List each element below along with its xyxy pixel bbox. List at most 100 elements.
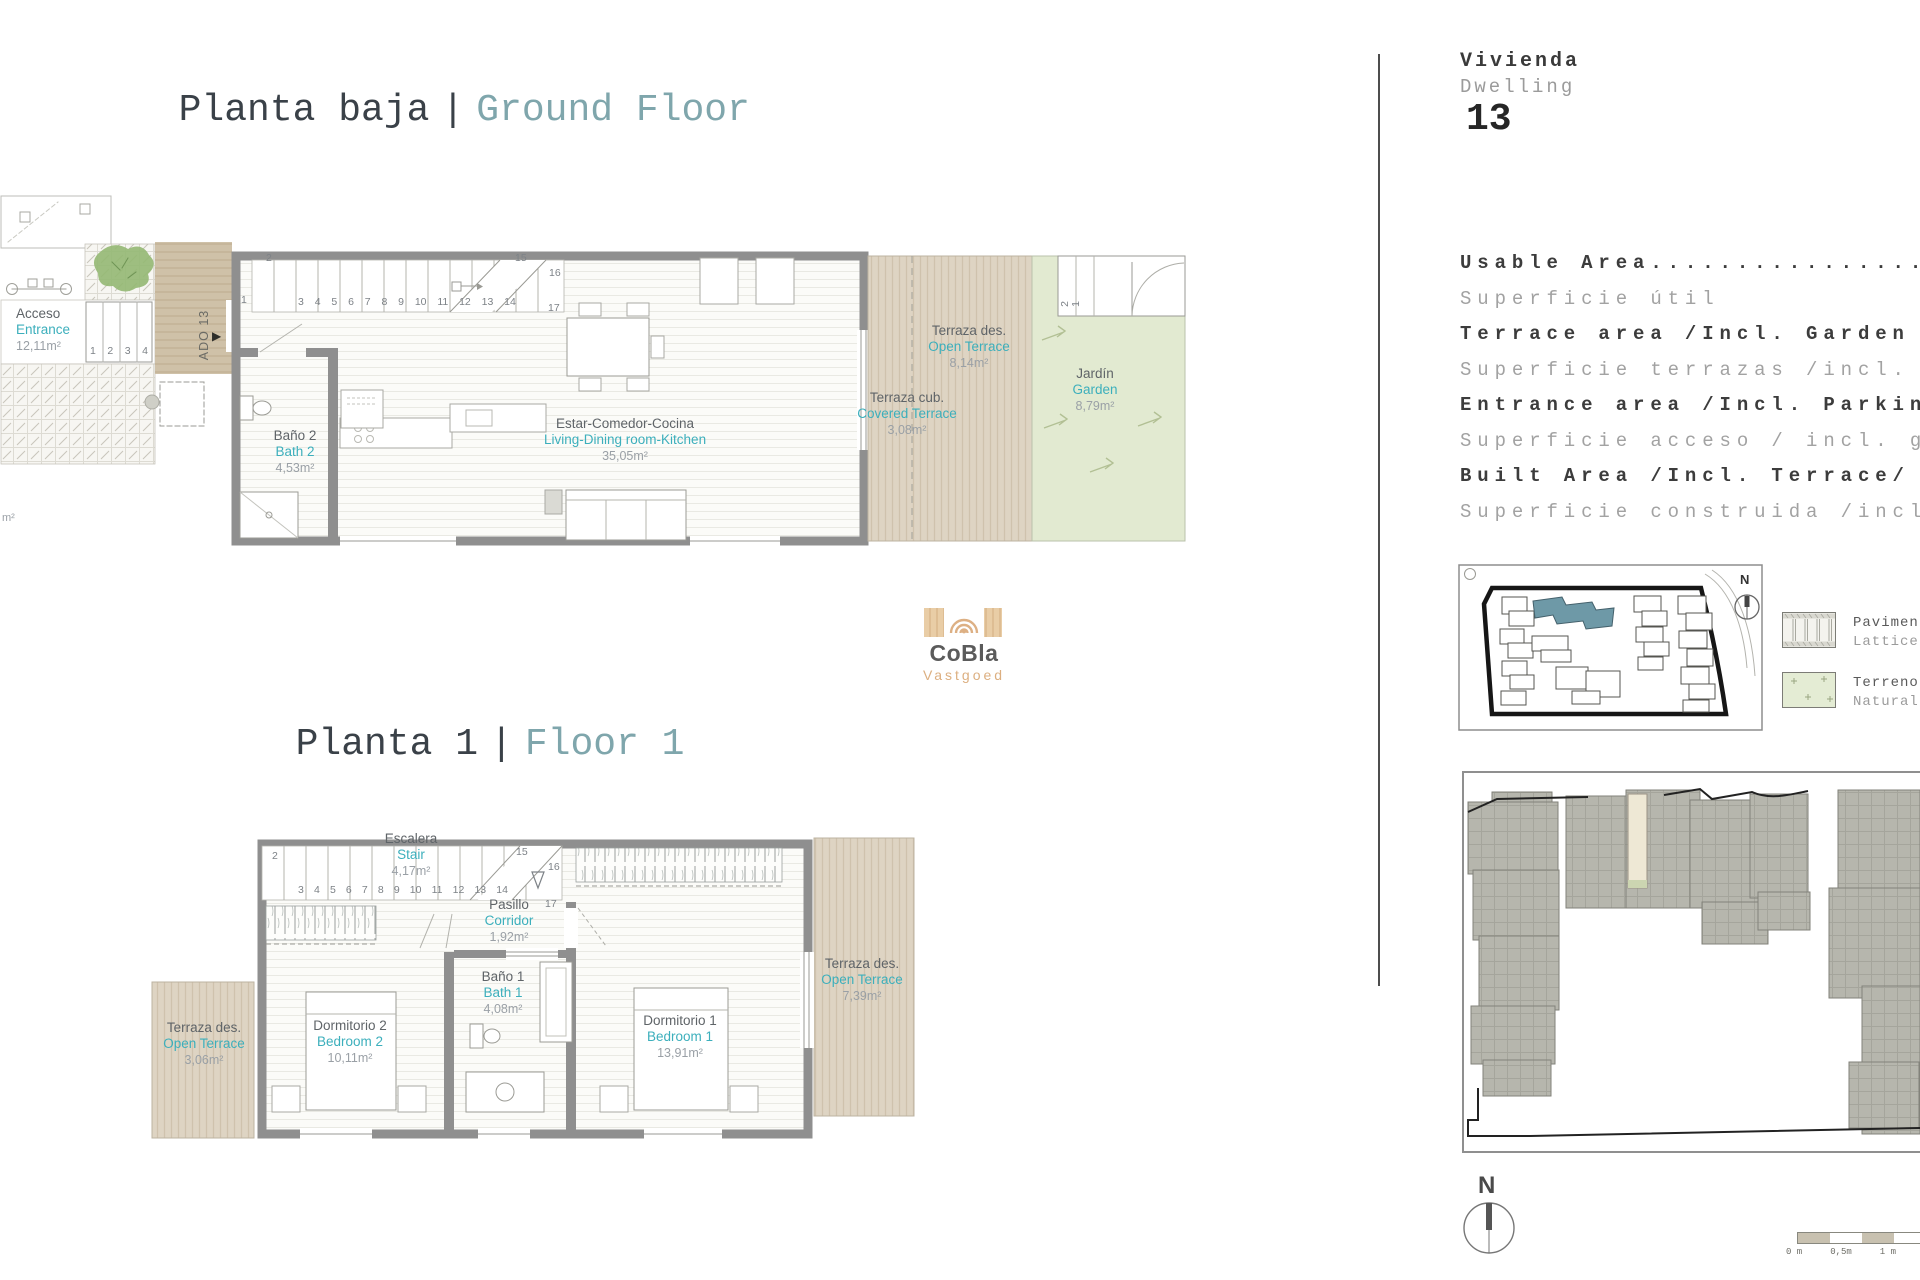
ground-floor-title-en: Ground Floor xyxy=(476,89,750,132)
room-name-es: Baño 1 xyxy=(481,969,525,984)
legend-text: Pavimen xyxy=(1853,615,1919,631)
room-area: 8,14m² xyxy=(949,356,989,370)
room-area: 35,05m² xyxy=(602,449,648,463)
stair-number: 13 xyxy=(474,884,487,896)
stair-number: 3 xyxy=(298,296,304,308)
room-name-en: Corridor xyxy=(484,913,534,928)
stair-number: 9 xyxy=(393,884,400,896)
step-number: 1 xyxy=(1069,301,1082,307)
room-area: 10,11m² xyxy=(327,1051,373,1065)
stair-number: 2 xyxy=(266,252,272,264)
legend-text: Natural xyxy=(1853,694,1919,710)
stair-number: 11 xyxy=(431,884,443,896)
room-name-en: Garden xyxy=(1072,382,1118,397)
room-label-living: Estar-Comedor-Cocina Living-Dining room-… xyxy=(544,416,706,464)
area-line-en: Built Area /Incl. Terrace/ ... xyxy=(1460,465,1920,487)
logo-subtitle: Vastgoed xyxy=(922,667,1006,683)
room-area: 3,08m² xyxy=(887,423,927,437)
room-area: 8,79m² xyxy=(1075,399,1115,413)
room-label-covered-terrace: Terraza cub. Covered Terrace 3,08m² xyxy=(845,390,969,438)
floor1-title: Planta 1 | Floor 1 xyxy=(250,680,685,766)
room-name-en: Bedroom 2 xyxy=(316,1034,384,1049)
room-name-en: Bath 1 xyxy=(483,985,523,1000)
kitchen-column-unit xyxy=(755,257,795,305)
clipped-area-fragment: m² xyxy=(2,512,15,524)
room-name-en: Covered Terrace xyxy=(857,406,957,421)
kitchen-column-unit xyxy=(699,257,739,305)
ado-arrow-icon: ▶ xyxy=(212,329,222,343)
legend-item-lattice: Pavimen Lattice xyxy=(1853,614,1919,652)
room-label-bedroom1: Dormitorio 1 Bedroom 1 13,91m² xyxy=(632,1013,728,1061)
stair-number: 14 xyxy=(496,884,508,896)
toilet xyxy=(239,395,254,421)
room-label-bath1: Baño 1 Bath 1 4,08m² xyxy=(467,969,539,1017)
logo-name: CoBla xyxy=(929,640,999,666)
room-name-es: Acceso xyxy=(16,306,61,321)
toilet xyxy=(469,1023,484,1049)
stair-number: 7 xyxy=(364,296,371,308)
dwelling-number: 13 xyxy=(1466,98,1512,141)
stair-number: 11 xyxy=(437,296,449,308)
area-line-en: Usable Area................... xyxy=(1460,252,1920,274)
room-name-en: Living-Dining room-Kitchen xyxy=(544,432,707,447)
logo-spiral-icon xyxy=(944,601,984,638)
stair-number: 7 xyxy=(361,884,368,896)
stair-number: 12 xyxy=(452,884,465,896)
scale-bar-labels: 0 m 0,5m 1 m xyxy=(1786,1247,1896,1257)
room-name-es: Escalera xyxy=(384,831,438,846)
dwelling-label-es: Vivienda xyxy=(1460,50,1581,73)
room-name-es: Dormitorio 1 xyxy=(643,1013,717,1028)
legend-text: Lattice xyxy=(1853,634,1919,650)
area-line-es: Superficie terrazas /incl. ja xyxy=(1460,358,1920,381)
vertical-divider xyxy=(1378,54,1380,986)
scale-label: 0,5m xyxy=(1830,1247,1852,1257)
title-separator: | xyxy=(490,723,513,766)
stair-number: 16 xyxy=(549,267,561,279)
room-label-corridor: Pasillo Corridor 1,92m² xyxy=(470,897,548,945)
room-area: 12,11m² xyxy=(16,339,61,353)
kitchen-island xyxy=(449,403,547,433)
floor1-title-en: Floor 1 xyxy=(524,723,685,766)
room-area: 4,17m² xyxy=(391,864,431,878)
highlighted-unit xyxy=(1627,793,1648,889)
sofa xyxy=(565,489,687,541)
area-line-en: Entrance area /Incl. Parking xyxy=(1460,394,1920,416)
compass-north-label: N xyxy=(1478,1172,1496,1199)
step-number: 4 xyxy=(142,345,148,357)
stair-number: 8 xyxy=(381,296,388,308)
room-name-es: Terraza des. xyxy=(166,1020,242,1035)
step-number: 3 xyxy=(124,345,131,357)
stair-number: 1 xyxy=(241,294,247,306)
area-line-en: Terrace area /Incl. Garden ar xyxy=(1460,323,1920,345)
scale-bar xyxy=(1797,1232,1920,1244)
stair-number: 3 xyxy=(298,884,304,896)
room-name-es: Pasillo xyxy=(489,897,529,912)
room-area: 3,06m² xyxy=(184,1053,224,1067)
shower xyxy=(539,961,573,1043)
room-label-bath2: Baño 2 Bath 2 4,53m² xyxy=(259,428,331,476)
room-name-es: Terraza cub. xyxy=(869,390,945,405)
plant-icon xyxy=(93,245,154,292)
room-name-en: Bedroom 1 xyxy=(646,1029,714,1044)
room-name-es: Dormitorio 2 xyxy=(313,1018,387,1033)
room-area: 1,92m² xyxy=(489,930,529,944)
garden-step-numbers: 21 xyxy=(1059,298,1082,310)
room-name-en: Open Terrace xyxy=(928,339,1010,354)
ground-floor-title-es: Planta baja xyxy=(178,89,430,132)
room-name-en: Stair xyxy=(397,847,425,862)
room-label-stair: Escalera Stair 4,17m² xyxy=(375,831,447,879)
room-label-open-terrace-gf: Terraza des. Open Terrace 8,14m² xyxy=(910,323,1028,371)
stair-number: 8 xyxy=(377,884,384,896)
step-number: 2 xyxy=(107,345,114,357)
stair-number: 5 xyxy=(329,884,336,896)
room-name-es: Jardín xyxy=(1076,366,1114,381)
stair-number: 16 xyxy=(548,861,560,873)
ado-corridor xyxy=(155,242,232,374)
area-line-es: Superficie acceso / incl. gar xyxy=(1460,429,1920,452)
gf-stair-numbers: 3 4 5 6 7 8 9 10 11 12 13 14 xyxy=(298,296,516,308)
stair-number: 15 xyxy=(515,252,527,264)
f1-stair-numbers: 3 4 5 6 7 8 9 10 11 12 13 14 xyxy=(298,884,508,896)
legend-item-natural: Terreno Natural xyxy=(1853,674,1919,712)
area-summary-list: Usable Area................... Superficie… xyxy=(1460,246,1920,530)
stair-number: 12 xyxy=(459,296,471,308)
